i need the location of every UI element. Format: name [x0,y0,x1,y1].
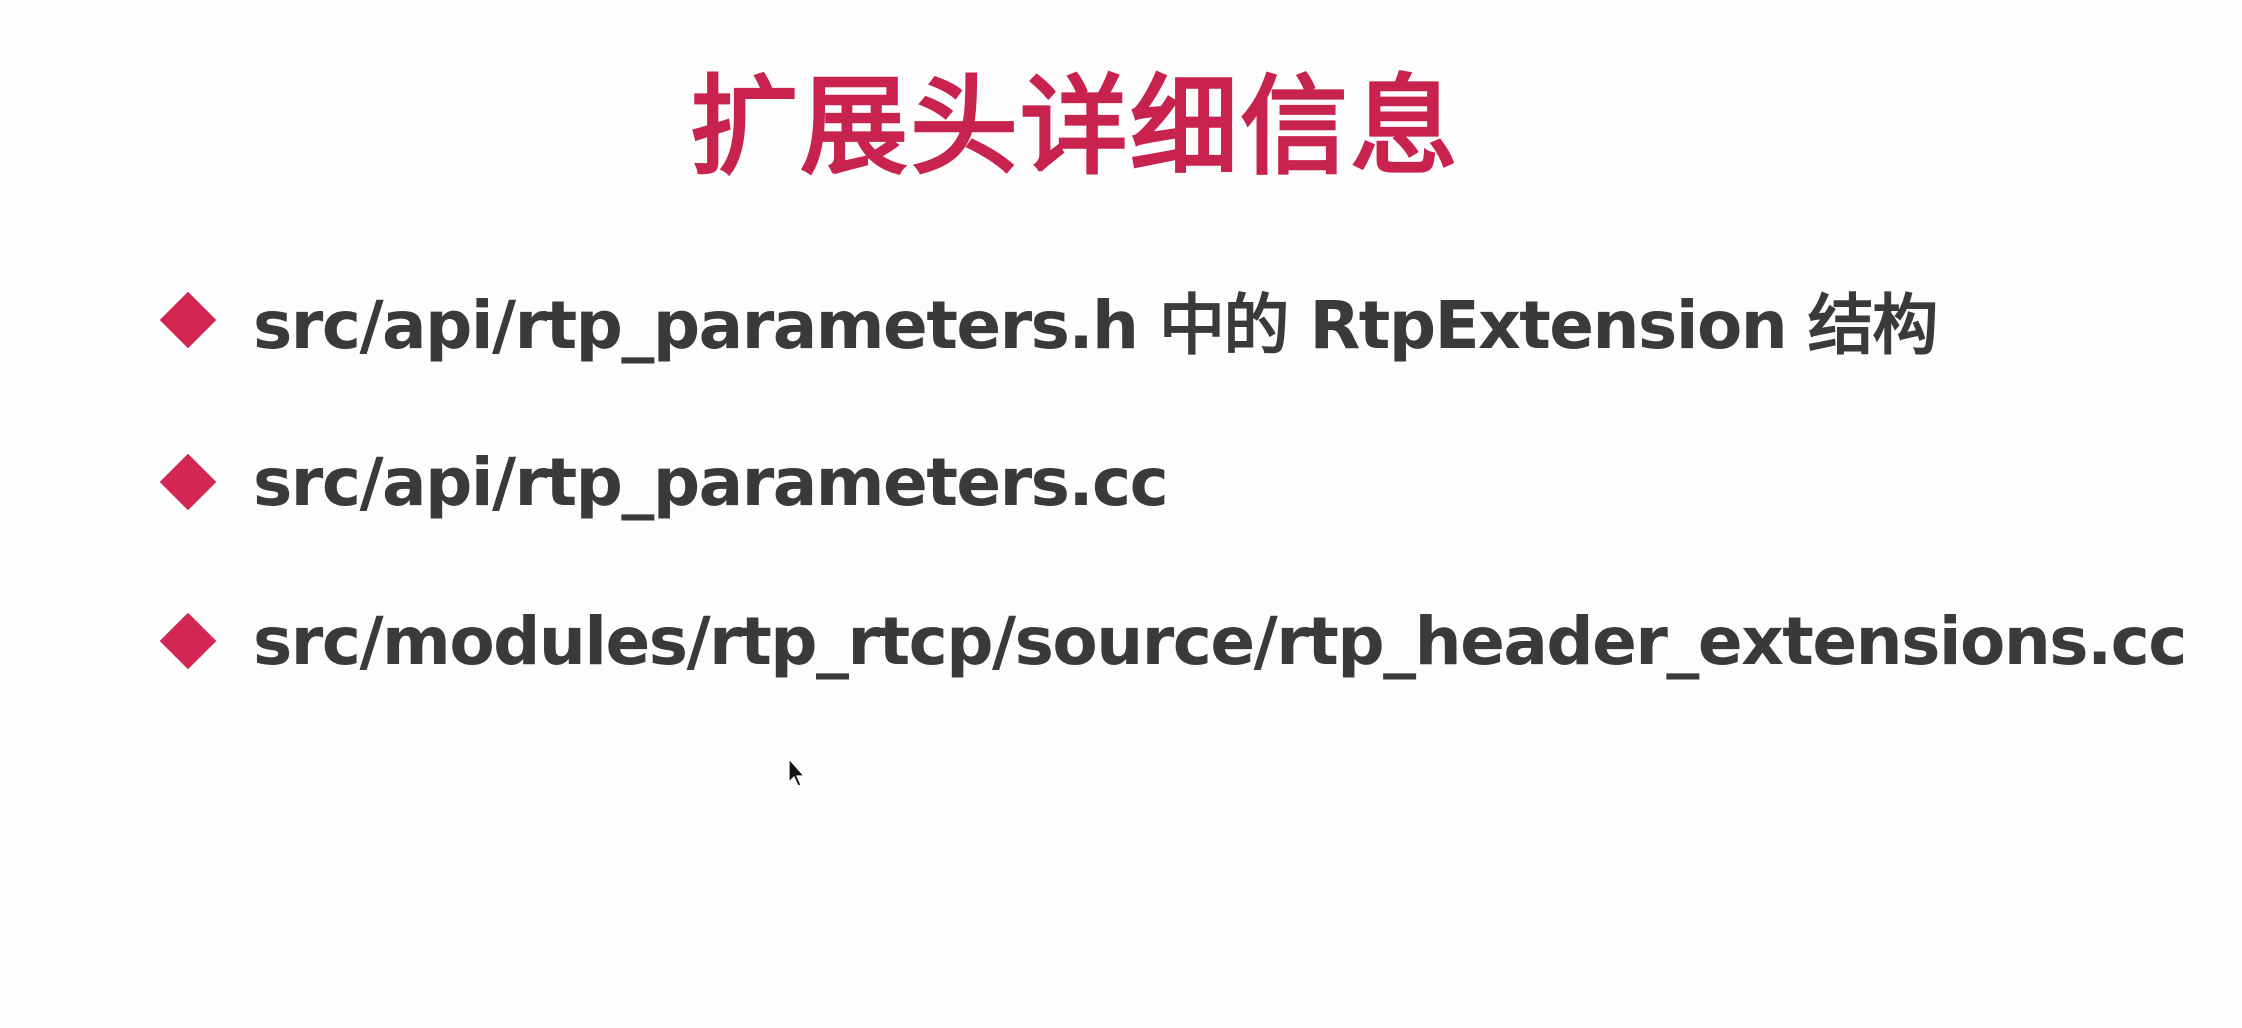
bullet-text: src/modules/rtp_rtcp/source/rtp_header_e… [253,602,2187,680]
diamond-bullet-icon [159,453,217,511]
bullet-text: src/api/rtp_parameters.cc [253,443,1169,521]
slide: 扩展头详细信息 src/api/rtp_parameters.h 中的 RtpE… [0,0,2242,1028]
bullet-item: src/modules/rtp_rtcp/source/rtp_header_e… [158,591,2187,691]
bullet-text: src/api/rtp_parameters.h 中的 RtpExtension… [253,287,1938,364]
slide-title: 扩展头详细信息 [689,65,1460,190]
bullet-item: src/api/rtp_parameters.h 中的 RtpExtension… [158,270,1938,370]
mouse-pointer-icon [788,758,806,787]
diamond-bullet-icon [159,612,217,670]
diamond-bullet-icon [159,291,217,349]
bullet-item: src/api/rtp_parameters.cc [158,432,1169,532]
